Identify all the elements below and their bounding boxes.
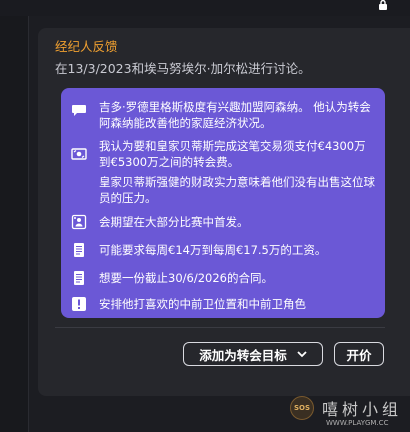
discussion-subtitle: 在13/3/2023和埃马努埃尔·加尔松进行讨论。: [55, 61, 311, 76]
make-offer-button[interactable]: 开价: [334, 342, 384, 366]
feedback-text: 吉多·罗德里格斯极度有兴趣加盟阿森纳。 他认为转会阿森纳能改善他的家庭经济状况。: [99, 100, 371, 130]
feedback-text: 会期望在大部分比赛中首发。: [99, 215, 249, 229]
chevron-down-icon: [297, 351, 307, 358]
player-lineup-icon: [71, 214, 87, 230]
feedback-text: 皇家贝蒂斯强健的财政实力意味着他们没有出售这位球员的压力。: [99, 175, 375, 205]
lock-icon: [379, 0, 387, 10]
top-bar: [0, 0, 410, 16]
feedback-text: 安排他打喜欢的中前卫位置和中前卫角色: [99, 297, 306, 311]
contract-document-icon: [74, 271, 84, 285]
feedback-text: 我认为要和皇家贝蒂斯完成这笔交易须支付€4300万到€5300万之间的转会费。: [99, 139, 366, 169]
watermark: SOS 嘻树小组 WWW.PLAYGM.CC: [290, 384, 410, 432]
agent-feedback-card: 经纪人反馈 在13/3/2023和埃马努埃尔·加尔松进行讨论。 吉多·罗德里格斯…: [38, 28, 410, 396]
feedback-text: 想要一份截止30/6/2026的合同。: [99, 271, 273, 285]
side-panel-edge: [0, 16, 29, 432]
feedback-panel: 吉多·罗德里格斯极度有兴趣加盟阿森纳。 他认为转会阿森纳能改善他的家庭经济状况。…: [61, 88, 385, 318]
feedback-text: 可能要求每周€14万到每周€17.5万的工资。: [99, 243, 327, 257]
add-transfer-target-label: 添加为转会目标: [199, 347, 287, 363]
make-offer-label: 开价: [346, 347, 372, 363]
money-transfer-icon: [71, 148, 87, 160]
card-title: 经纪人反馈: [55, 39, 118, 54]
add-transfer-target-button[interactable]: 添加为转会目标: [183, 342, 323, 366]
contract-document-icon: [74, 243, 84, 257]
watermark-text: 嘻树小组: [322, 400, 403, 419]
watermark-url: WWW.PLAYGM.CC: [326, 419, 389, 427]
watermark-badge: SOS: [290, 396, 314, 420]
divider: [55, 327, 385, 328]
exclamation-icon: [72, 297, 86, 311]
chat-bubble-icon: [72, 105, 86, 116]
